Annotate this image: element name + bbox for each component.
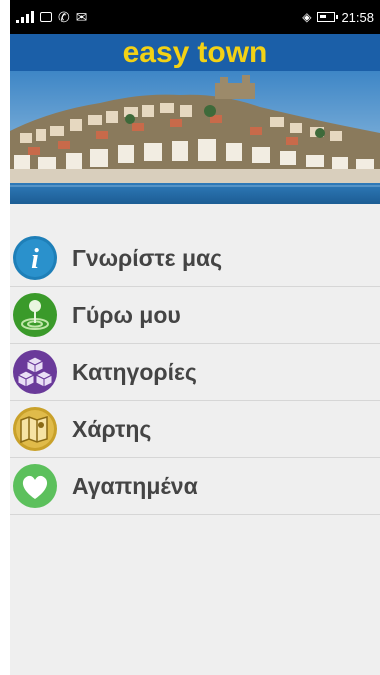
app-logo: easy town <box>122 35 268 69</box>
heart-icon <box>13 464 57 508</box>
menu-item-label: Χάρτης <box>72 415 152 442</box>
map-icon <box>13 407 57 451</box>
main-menu: i Γνωρίστε μας Γύρω μου Κατηγορίες Χάρτη… <box>10 230 380 515</box>
mail-icon: ✉ <box>75 8 88 25</box>
menu-item-about[interactable]: i Γνωρίστε μας <box>10 230 380 287</box>
image-icon <box>40 12 52 22</box>
menu-item-map[interactable]: Χάρτης <box>10 401 380 458</box>
menu-item-label: Γύρω μου <box>72 301 181 328</box>
menu-item-categories[interactable]: Κατηγορίες <box>10 344 380 401</box>
whatsapp-icon: ✆ <box>58 8 70 25</box>
menu-item-around-me[interactable]: Γύρω μου <box>10 287 380 344</box>
svg-text:i: i <box>31 244 39 275</box>
signal-icon <box>16 11 34 23</box>
menu-item-label: Αγαπημένα <box>72 472 198 499</box>
info-icon: i <box>13 236 57 280</box>
battery-icon <box>317 12 339 22</box>
wifi-icon: ◈ <box>302 10 312 24</box>
menu-item-label: Γνωρίστε μας <box>72 244 223 271</box>
status-bar: ✆ ✉ ◈ 21:58 <box>10 0 380 34</box>
brand-right: town <box>197 35 268 69</box>
status-time: 21:58 <box>341 9 374 25</box>
hero-town-image <box>10 71 380 204</box>
cubes-icon <box>13 350 57 394</box>
location-pin-icon <box>13 293 57 337</box>
app-screen: ✆ ✉ ◈ 21:58 easy town i Γνωρίστε μας Γύρ… <box>10 0 380 675</box>
menu-item-label: Κατηγορίες <box>72 358 197 385</box>
brand-left: easy <box>122 35 190 69</box>
menu-item-favorites[interactable]: Αγαπημένα <box>10 458 380 515</box>
app-header: easy town <box>10 34 380 71</box>
